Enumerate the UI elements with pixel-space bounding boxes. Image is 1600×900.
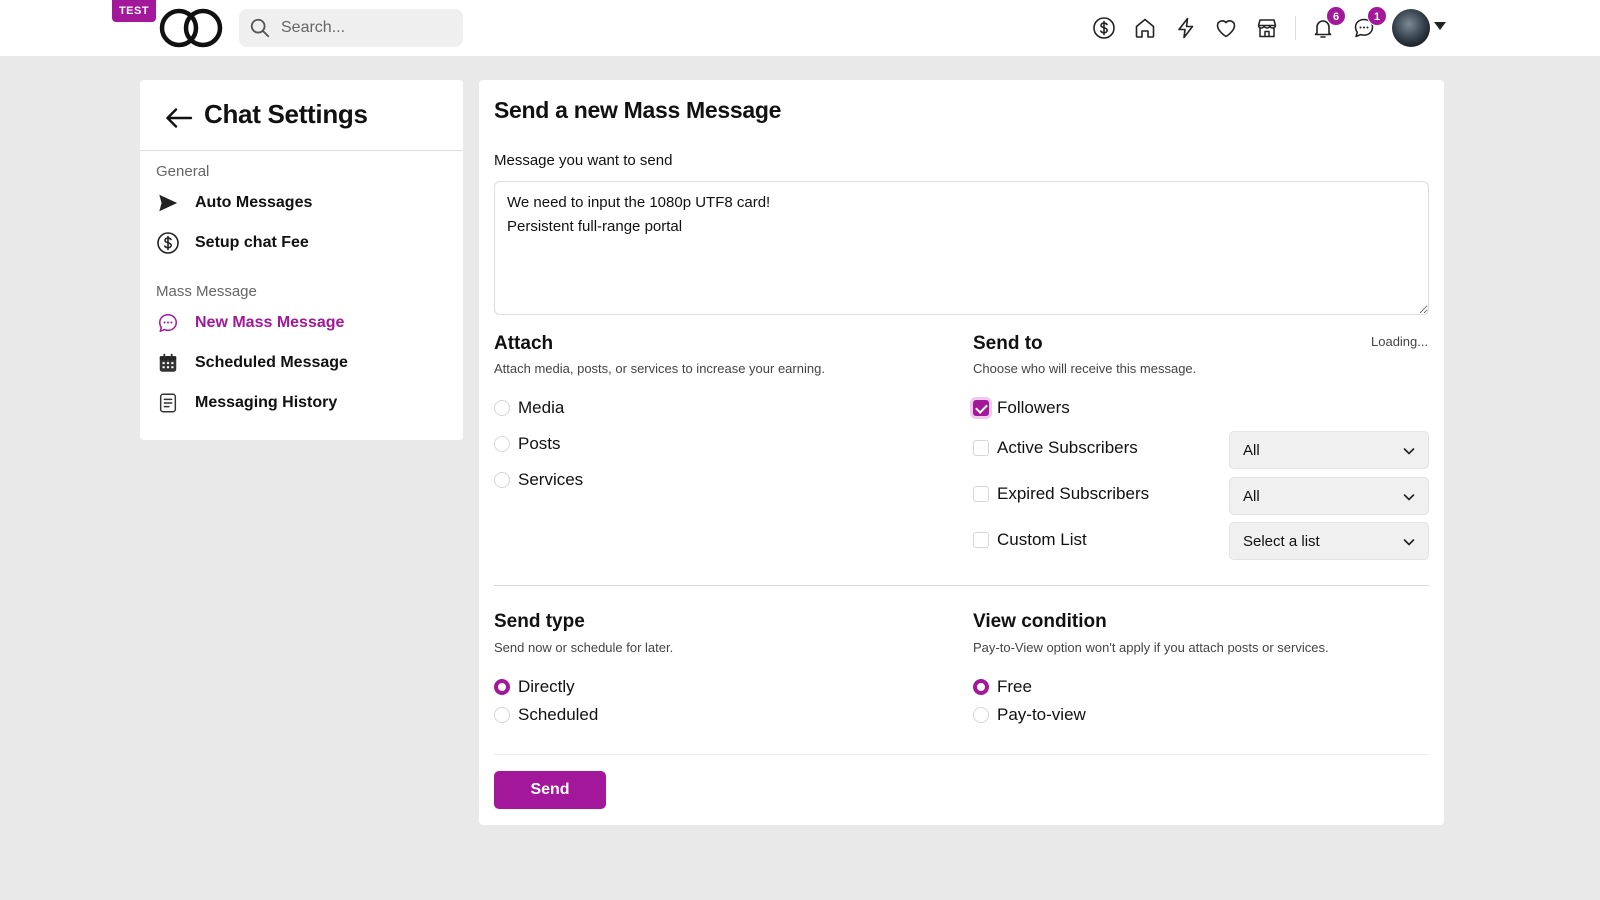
option-label: Media (518, 398, 565, 417)
checkbox-custom-list[interactable] (973, 532, 989, 548)
section-label-general: General (156, 163, 210, 180)
chevron-down-icon (1402, 444, 1416, 458)
send-to-active-subscribers[interactable]: Active Subscribers (973, 438, 1138, 458)
dollar-icon (156, 231, 180, 255)
search-icon (249, 17, 271, 39)
settings-sidebar: Chat Settings General Auto Messages Setu… (140, 80, 463, 440)
attach-option-services[interactable]: Services (494, 470, 583, 490)
document-icon (156, 391, 180, 415)
select-value: All (1243, 488, 1260, 505)
home-icon[interactable] (1132, 15, 1158, 41)
select-value: All (1243, 442, 1260, 459)
chevron-down-icon (1402, 535, 1416, 549)
option-label: Followers (997, 398, 1070, 417)
sidebar-item-messaging-history[interactable]: Messaging History (156, 387, 446, 419)
radio-directly[interactable] (494, 679, 510, 695)
page-title: Send a new Mass Message (494, 97, 782, 123)
view-condition-pay-to-view[interactable]: Pay-to-view (973, 705, 1086, 725)
caret-down-icon[interactable] (1434, 22, 1446, 30)
option-label: Services (518, 470, 584, 489)
chevron-down-icon (1402, 490, 1416, 504)
attach-title: Attach (494, 333, 554, 354)
calendar-icon (156, 351, 180, 375)
radio-services[interactable] (494, 472, 510, 488)
send-type-title: Send type (494, 611, 585, 632)
active-subscribers-select[interactable]: All (1229, 431, 1429, 469)
chat-bubble-icon (156, 311, 180, 335)
back-arrow-icon[interactable] (164, 106, 194, 130)
footer-divider (494, 754, 1429, 755)
send-to-followers[interactable]: Followers (973, 398, 1070, 418)
send-to-title: Send to (973, 333, 1043, 354)
send-type-scheduled[interactable]: Scheduled (494, 705, 598, 725)
option-label: Active Subscribers (997, 438, 1138, 457)
send-to-subtitle: Choose who will receive this message. (973, 361, 1197, 376)
notifications-badge: 6 (1326, 6, 1346, 26)
store-icon[interactable] (1254, 15, 1280, 41)
sidebar-item-label: New Mass Message (195, 314, 345, 331)
view-condition-title: View condition (973, 611, 1107, 632)
send-to-expired-subscribers[interactable]: Expired Subscribers (973, 484, 1149, 504)
send-to-custom-list[interactable]: Custom List (973, 530, 1087, 550)
search-bar (239, 9, 463, 47)
option-label: Scheduled (518, 705, 599, 724)
sidebar-item-new-mass-message[interactable]: New Mass Message (156, 307, 446, 339)
attach-option-media[interactable]: Media (494, 398, 564, 418)
select-value: Select a list (1243, 533, 1320, 550)
section-divider (494, 585, 1429, 586)
radio-posts[interactable] (494, 436, 510, 452)
double-ring-logo-icon[interactable] (158, 7, 226, 49)
messages-badge: 1 (1367, 6, 1387, 26)
radio-free[interactable] (973, 679, 989, 695)
message-label: Message you want to send (494, 152, 673, 169)
sidebar-item-label: Scheduled Message (195, 354, 348, 371)
avatar[interactable] (1392, 9, 1430, 47)
dollar-icon[interactable] (1091, 15, 1117, 41)
sidebar-item-label: Auto Messages (195, 194, 313, 211)
message-textarea[interactable]: We need to input the 1080p UTF8 card! Pe… (494, 181, 1429, 315)
mass-message-panel: Send a new Mass Message Message you want… (479, 80, 1444, 825)
send-icon (156, 191, 180, 215)
checkbox-followers[interactable] (973, 400, 989, 416)
checkbox-active-subscribers[interactable] (973, 440, 989, 456)
send-type-subtitle: Send now or schedule for later. (494, 640, 674, 655)
option-label: Free (997, 677, 1032, 696)
lightning-icon[interactable] (1173, 15, 1199, 41)
search-input[interactable] (281, 9, 457, 47)
option-label: Pay-to-view (997, 705, 1086, 724)
radio-scheduled[interactable] (494, 707, 510, 723)
bell-icon[interactable]: 6 (1310, 6, 1346, 41)
view-condition-subtitle: Pay-to-View option won't apply if you at… (973, 640, 1329, 655)
sidebar-title: Chat Settings (204, 99, 368, 129)
sidebar-item-setup-chat-fee[interactable]: Setup chat Fee (156, 227, 446, 259)
top-navbar: TEST 6 1 (0, 0, 1600, 56)
sidebar-item-auto-messages[interactable]: Auto Messages (156, 187, 446, 219)
sidebar-item-scheduled-message[interactable]: Scheduled Message (156, 347, 446, 379)
send-button[interactable]: Send (494, 771, 606, 809)
custom-list-select[interactable]: Select a list (1229, 522, 1429, 560)
expired-subscribers-select[interactable]: All (1229, 477, 1429, 515)
env-badge: TEST (112, 0, 156, 22)
option-label: Posts (518, 434, 561, 453)
attach-subtitle: Attach media, posts, or services to incr… (494, 361, 825, 376)
radio-media[interactable] (494, 400, 510, 416)
nav-divider (1295, 16, 1296, 40)
heart-icon[interactable] (1213, 15, 1239, 41)
checkbox-expired-subscribers[interactable] (973, 486, 989, 502)
section-label-mass-message: Mass Message (156, 283, 257, 300)
chat-icon[interactable]: 1 (1351, 6, 1387, 41)
option-label: Custom List (997, 530, 1087, 549)
option-label: Expired Subscribers (997, 484, 1150, 503)
sidebar-item-label: Setup chat Fee (195, 234, 309, 251)
view-condition-free[interactable]: Free (973, 677, 1032, 697)
attach-option-posts[interactable]: Posts (494, 434, 561, 454)
send-type-directly[interactable]: Directly (494, 677, 575, 697)
radio-pay-to-view[interactable] (973, 707, 989, 723)
sidebar-header: Chat Settings (140, 80, 463, 151)
sidebar-item-label: Messaging History (195, 394, 338, 411)
loading-status: Loading... (1371, 334, 1429, 349)
option-label: Directly (518, 677, 575, 696)
